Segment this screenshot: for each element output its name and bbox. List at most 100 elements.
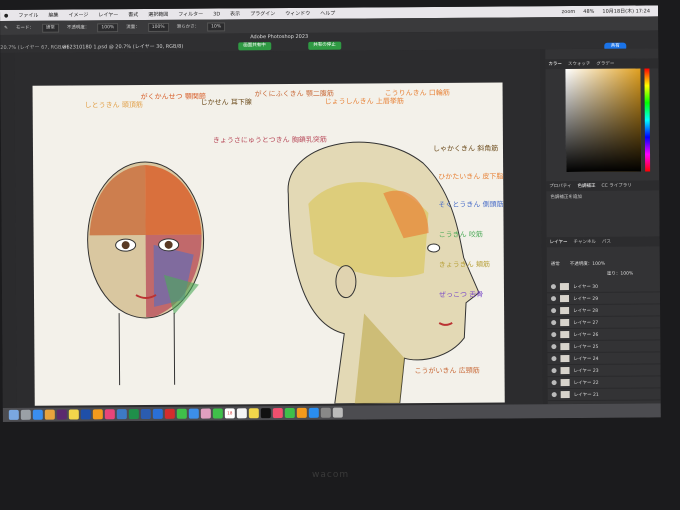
- menu-3d[interactable]: 3D: [213, 11, 220, 17]
- menu-type[interactable]: 書式: [128, 11, 138, 18]
- adjustments-label: 色調補正を追加: [550, 194, 582, 201]
- finder-icon[interactable]: [8, 409, 19, 420]
- pages-icon[interactable]: [296, 407, 307, 418]
- eye-icon[interactable]: [551, 380, 557, 386]
- monitor-screen: ● ファイル 編集 イメージ レイヤー 書式 選択範囲 フィルター 3D 表示 …: [0, 5, 661, 422]
- keynote-icon[interactable]: [152, 408, 163, 419]
- stop-sharing-button[interactable]: 共有の停止: [308, 41, 341, 50]
- layer-opacity-field[interactable]: 不透明度：100%: [570, 261, 605, 267]
- eye-icon[interactable]: [551, 332, 557, 338]
- layer-row[interactable]: レイヤー 21: [547, 388, 661, 402]
- chrome-icon[interactable]: [44, 409, 55, 420]
- layer-fill-field[interactable]: 塗り：100%: [607, 271, 633, 277]
- excel-icon[interactable]: [128, 409, 139, 420]
- eye-icon[interactable]: [551, 320, 557, 326]
- tv-icon[interactable]: [260, 408, 271, 419]
- opacity-field[interactable]: 100%: [97, 22, 119, 32]
- color-picker-field[interactable]: [565, 68, 642, 173]
- menu-window[interactable]: ウィンドウ: [285, 10, 310, 17]
- eye-icon[interactable]: [550, 284, 556, 290]
- eye-icon[interactable]: [551, 392, 557, 398]
- tab-cc-libraries[interactable]: CC ライブラリ: [601, 183, 631, 189]
- layer-thumbnail: [560, 343, 570, 351]
- tab-color[interactable]: カラー: [548, 61, 562, 67]
- apple-icon[interactable]: ●: [4, 12, 8, 18]
- tab-gradients[interactable]: グラデー: [596, 61, 614, 67]
- mail-icon[interactable]: [188, 408, 199, 419]
- brush-tool-icon[interactable]: ✎: [4, 25, 8, 30]
- eye-icon[interactable]: [551, 356, 557, 362]
- music-icon[interactable]: [272, 408, 283, 419]
- eye-icon[interactable]: [551, 344, 557, 350]
- menu-edit[interactable]: 編集: [48, 12, 58, 19]
- artboard[interactable]: しとうきん 頭頂筋 がくかんせつ 顎関節 じかせん 耳下腺 がくにふくきん 顎二…: [32, 82, 505, 406]
- layer-row[interactable]: レイヤー 24: [547, 352, 661, 366]
- menu-select[interactable]: 選択範囲: [148, 11, 168, 18]
- screen-sharing-indicator[interactable]: 画面共有中: [238, 42, 271, 51]
- blend-mode-select[interactable]: 通常: [551, 261, 560, 267]
- illustrator-icon[interactable]: [92, 409, 103, 420]
- anatomy-drawing: [87, 141, 480, 405]
- smoothing-field[interactable]: 10%: [207, 21, 226, 32]
- tab-swatches[interactable]: スウォッチ: [568, 61, 591, 67]
- layer-row[interactable]: レイヤー 23: [547, 364, 661, 378]
- doc-tab-active[interactable]: w62310180 1.psd @ 20.7% (レイヤー 30, RGB/8): [62, 43, 183, 51]
- layer-row[interactable]: レイヤー 25: [547, 340, 661, 354]
- menu-plugins[interactable]: プラグイン: [250, 10, 275, 17]
- layer-row[interactable]: レイヤー 27: [547, 316, 661, 330]
- notes2-icon[interactable]: [248, 408, 259, 419]
- mode-select[interactable]: 通常: [41, 23, 59, 33]
- trash-icon[interactable]: [332, 407, 343, 418]
- appstore-icon[interactable]: [308, 407, 319, 418]
- eye-icon[interactable]: [551, 308, 557, 314]
- menu-image[interactable]: イメージ: [68, 11, 88, 18]
- clock[interactable]: 10月18日(木) 17:24: [602, 7, 650, 14]
- layer-name: レイヤー 26: [573, 332, 599, 338]
- settings-icon[interactable]: [320, 407, 331, 418]
- battery-status[interactable]: 48%: [583, 8, 594, 14]
- lightroom-icon[interactable]: [116, 409, 127, 420]
- tab-layers[interactable]: レイヤー: [550, 239, 568, 245]
- canvas-area[interactable]: しとうきん 頭頂筋 がくかんせつ 顎関節 じかせん 耳下腺 がくにふくきん 顎二…: [14, 49, 543, 408]
- menu-help[interactable]: ヘルプ: [320, 10, 335, 17]
- annotation-label: きょうきん 頬筋: [438, 260, 491, 269]
- acrobat-icon[interactable]: [164, 408, 175, 419]
- layer-name: レイヤー 21: [573, 392, 599, 398]
- tab-channels[interactable]: チャンネル: [573, 239, 595, 245]
- layer-row[interactable]: レイヤー 26: [547, 328, 661, 342]
- layer-row[interactable]: レイヤー 30: [546, 280, 660, 294]
- flow-field[interactable]: 100%: [147, 22, 169, 32]
- indesign-icon[interactable]: [104, 409, 115, 420]
- reminders-icon[interactable]: [236, 408, 247, 419]
- calendar-icon[interactable]: 18: [224, 408, 235, 419]
- layer-thumbnail: [560, 379, 570, 387]
- layer-row[interactable]: レイヤー 22: [547, 376, 661, 390]
- tab-paths[interactable]: パス: [602, 239, 611, 245]
- safari-icon[interactable]: [32, 409, 43, 420]
- menu-layer[interactable]: レイヤー: [98, 11, 118, 18]
- word-icon[interactable]: [140, 408, 151, 420]
- messages-icon[interactable]: [176, 408, 187, 419]
- menu-filter[interactable]: フィルター: [178, 11, 203, 18]
- eye-icon[interactable]: [551, 296, 557, 302]
- slack-icon[interactable]: [56, 409, 67, 420]
- smoothing-label: 滑らかさ：: [176, 24, 200, 30]
- hue-slider[interactable]: [644, 68, 651, 172]
- layer-row[interactable]: レイヤー 28: [547, 304, 661, 318]
- photos-icon[interactable]: [200, 408, 211, 419]
- notes-icon[interactable]: [68, 409, 79, 420]
- properties-panel-tabs: プロパティ 色調補正 CC ライブラリ: [546, 180, 660, 192]
- doc-tab-previous[interactable]: 20.7% (レイヤー 67, RGB/8): [0, 44, 68, 51]
- photoshop-icon[interactable]: [80, 409, 91, 420]
- launchpad-icon[interactable]: [20, 409, 31, 420]
- tab-adjustments[interactable]: 色調補正: [577, 183, 595, 189]
- facetime-icon[interactable]: [212, 408, 223, 419]
- layer-row[interactable]: レイヤー 29: [546, 292, 661, 306]
- annotation-label: そくとうきん 側頭筋: [438, 200, 504, 209]
- menu-file[interactable]: ファイル: [18, 12, 38, 19]
- zoom-status[interactable]: zoom: [562, 8, 576, 14]
- eye-icon[interactable]: [551, 368, 557, 374]
- menu-view[interactable]: 表示: [230, 10, 240, 17]
- numbers-icon[interactable]: [284, 407, 295, 419]
- tab-properties[interactable]: プロパティ: [549, 183, 571, 189]
